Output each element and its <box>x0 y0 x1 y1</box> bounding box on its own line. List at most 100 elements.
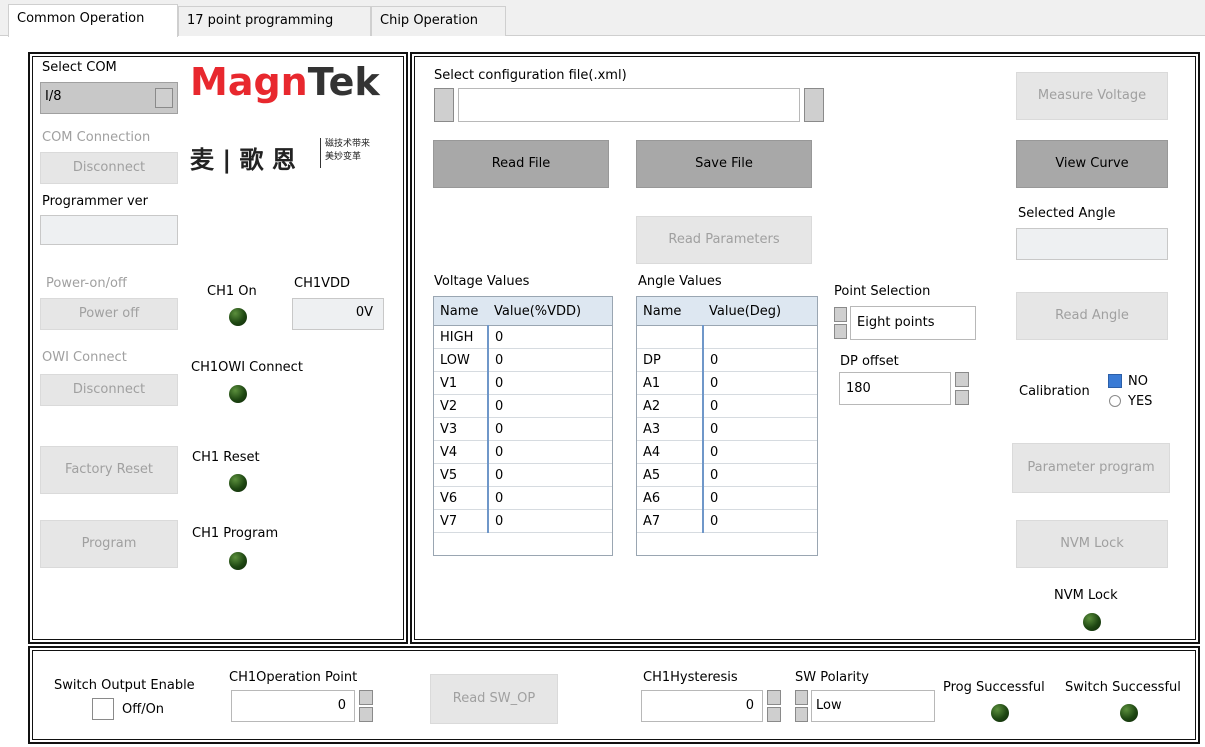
com-select[interactable]: I/8 <box>40 82 178 114</box>
prog-successful-label: Prog Successful <box>943 680 1045 695</box>
table-row[interactable]: A3 0 <box>637 417 817 441</box>
nvm-lock-label: NVM Lock <box>1054 588 1118 603</box>
com-disconnect-button[interactable]: Disconnect <box>40 152 178 184</box>
hysteresis-label: CH1Hysteresis <box>643 670 738 685</box>
power-label: Power-on/off <box>46 276 127 291</box>
table-row[interactable]: A5 0 <box>637 463 817 487</box>
point-selection-up-button[interactable] <box>834 307 847 322</box>
select-config-label: Select configuration file(.xml) <box>434 68 627 83</box>
switch-successful-led-icon <box>1120 704 1138 722</box>
hysteresis-up-button[interactable] <box>767 690 781 705</box>
angle-header-name: Name <box>637 297 703 326</box>
select-com-label: Select COM <box>42 60 117 75</box>
view-curve-button[interactable]: View Curve <box>1016 140 1168 188</box>
voltage-header-value: Value(%VDD) <box>488 297 612 326</box>
angle-values-title: Angle Values <box>638 274 722 289</box>
dp-offset-down-button[interactable] <box>955 390 969 405</box>
calibration-yes-label: YES <box>1128 394 1153 409</box>
ch1-on-led-icon <box>229 308 247 326</box>
table-row[interactable]: V5 0 <box>434 463 612 487</box>
table-row[interactable]: V4 0 <box>434 440 612 464</box>
op-point-down-button[interactable] <box>359 707 373 722</box>
bottom-panel <box>28 646 1200 744</box>
table-row[interactable]: V7 0 <box>434 509 612 533</box>
save-file-button[interactable]: Save File <box>636 140 812 188</box>
tab-chip-operation[interactable]: Chip Operation <box>371 6 506 36</box>
config-browse-button[interactable] <box>804 88 824 122</box>
selected-angle-label: Selected Angle <box>1018 206 1116 221</box>
calibration-no-radio[interactable] <box>1108 374 1122 388</box>
table-row[interactable]: LOW 0 <box>434 348 612 372</box>
hysteresis-down-button[interactable] <box>767 707 781 722</box>
table-row[interactable]: A4 0 <box>637 440 817 464</box>
point-selection-label: Point Selection <box>834 284 931 299</box>
read-sw-op-button[interactable]: Read SW_OP <box>430 674 558 724</box>
op-point-up-button[interactable] <box>359 690 373 705</box>
table-row[interactable]: HIGH 0 <box>434 325 612 349</box>
switch-successful-label: Switch Successful <box>1065 680 1181 695</box>
dp-offset-field[interactable]: 180 <box>839 372 951 405</box>
read-angle-button[interactable]: Read Angle <box>1016 292 1168 340</box>
table-row[interactable]: V2 0 <box>434 394 612 418</box>
table-row[interactable]: A1 0 <box>637 371 817 395</box>
ch1-program-label: CH1 Program <box>192 526 279 541</box>
dp-offset-up-button[interactable] <box>955 372 969 387</box>
ch1-reset-label: CH1 Reset <box>192 450 260 465</box>
hysteresis-field[interactable]: 0 <box>641 690 763 722</box>
logo-slogan: 磁技术带来 美妙变革 <box>325 138 370 164</box>
owi-disconnect-button[interactable]: Disconnect <box>40 374 178 406</box>
table-row[interactable]: DP 0 <box>637 348 817 372</box>
logo-slogan-line-1: 磁技术带来 <box>325 139 371 149</box>
voltage-header-name: Name <box>434 297 488 326</box>
calibration-yes-radio[interactable] <box>1109 395 1121 407</box>
nvm-lock-button[interactable]: NVM Lock <box>1016 520 1168 568</box>
angle-table: Name Value(Deg) DP 0 A1 0 A2 0 A3 0 A4 0 A5 0 … <box>636 296 818 556</box>
op-point-field[interactable]: 0 <box>231 690 355 722</box>
power-off-button[interactable]: Power off <box>40 298 178 330</box>
logo-text-n: n <box>280 60 308 104</box>
measure-voltage-button[interactable]: Measure Voltage <box>1016 72 1168 120</box>
factory-reset-button[interactable]: Factory Reset <box>40 446 178 494</box>
point-selection-down-button[interactable] <box>834 324 847 339</box>
config-left-button[interactable] <box>434 88 454 122</box>
program-button[interactable]: Program <box>40 520 178 568</box>
voltage-values-title: Voltage Values <box>434 274 530 289</box>
com-dropdown-button[interactable] <box>155 88 173 108</box>
calibration-label: Calibration <box>1019 384 1090 399</box>
sw-polarity-label: SW Polarity <box>795 670 869 685</box>
logo-chinese: 麦 | 歌 恩 <box>190 146 296 174</box>
read-parameters-button[interactable]: Read Parameters <box>636 216 812 264</box>
voltage-table: Name Value(%VDD) HIGH 0 LOW 0 V1 0 V2 0 V3 0 … <box>433 296 613 556</box>
table-row[interactable]: A6 0 <box>637 486 817 510</box>
logo-divider <box>320 138 321 168</box>
ch1owi-led-icon <box>229 385 247 403</box>
programmer-ver-field <box>40 215 178 245</box>
sw-polarity-up-button[interactable] <box>795 690 808 705</box>
magntek-logo: MagnTek <box>190 60 380 104</box>
table-row[interactable]: A7 0 <box>637 509 817 533</box>
table-row[interactable] <box>637 325 817 349</box>
table-row[interactable]: V1 0 <box>434 371 612 395</box>
programmer-ver-label: Programmer ver <box>42 194 149 209</box>
read-file-button[interactable]: Read File <box>433 140 609 188</box>
tab-common-operation[interactable]: Common Operation <box>8 4 178 37</box>
parameter-program-button[interactable]: Parameter program <box>1012 443 1170 493</box>
config-path-field[interactable] <box>458 88 800 122</box>
sw-polarity-field[interactable]: Low <box>811 690 935 722</box>
sw-polarity-down-button[interactable] <box>795 707 808 722</box>
switch-output-enable-label: Switch Output Enable <box>54 678 195 693</box>
tab-17-point-programming[interactable]: 17 point programming <box>178 6 371 36</box>
point-selection-field[interactable]: Eight points <box>850 306 976 340</box>
dp-offset-label: DP offset <box>840 354 899 369</box>
ch1vdd-label: CH1VDD <box>294 276 351 291</box>
owi-connect-label: OWI Connect <box>42 350 127 365</box>
switch-output-checkbox[interactable] <box>92 698 114 720</box>
ch1vdd-field: 0V <box>292 298 384 330</box>
ch1-on-label: CH1 On <box>207 284 257 299</box>
com-value: I/8 <box>45 89 62 104</box>
table-row[interactable]: V3 0 <box>434 417 612 441</box>
selected-angle-field <box>1016 228 1168 260</box>
table-row[interactable]: A2 0 <box>637 394 817 418</box>
table-row[interactable]: V6 0 <box>434 486 612 510</box>
ch1owi-connect-label: CH1OWI Connect <box>191 360 303 375</box>
